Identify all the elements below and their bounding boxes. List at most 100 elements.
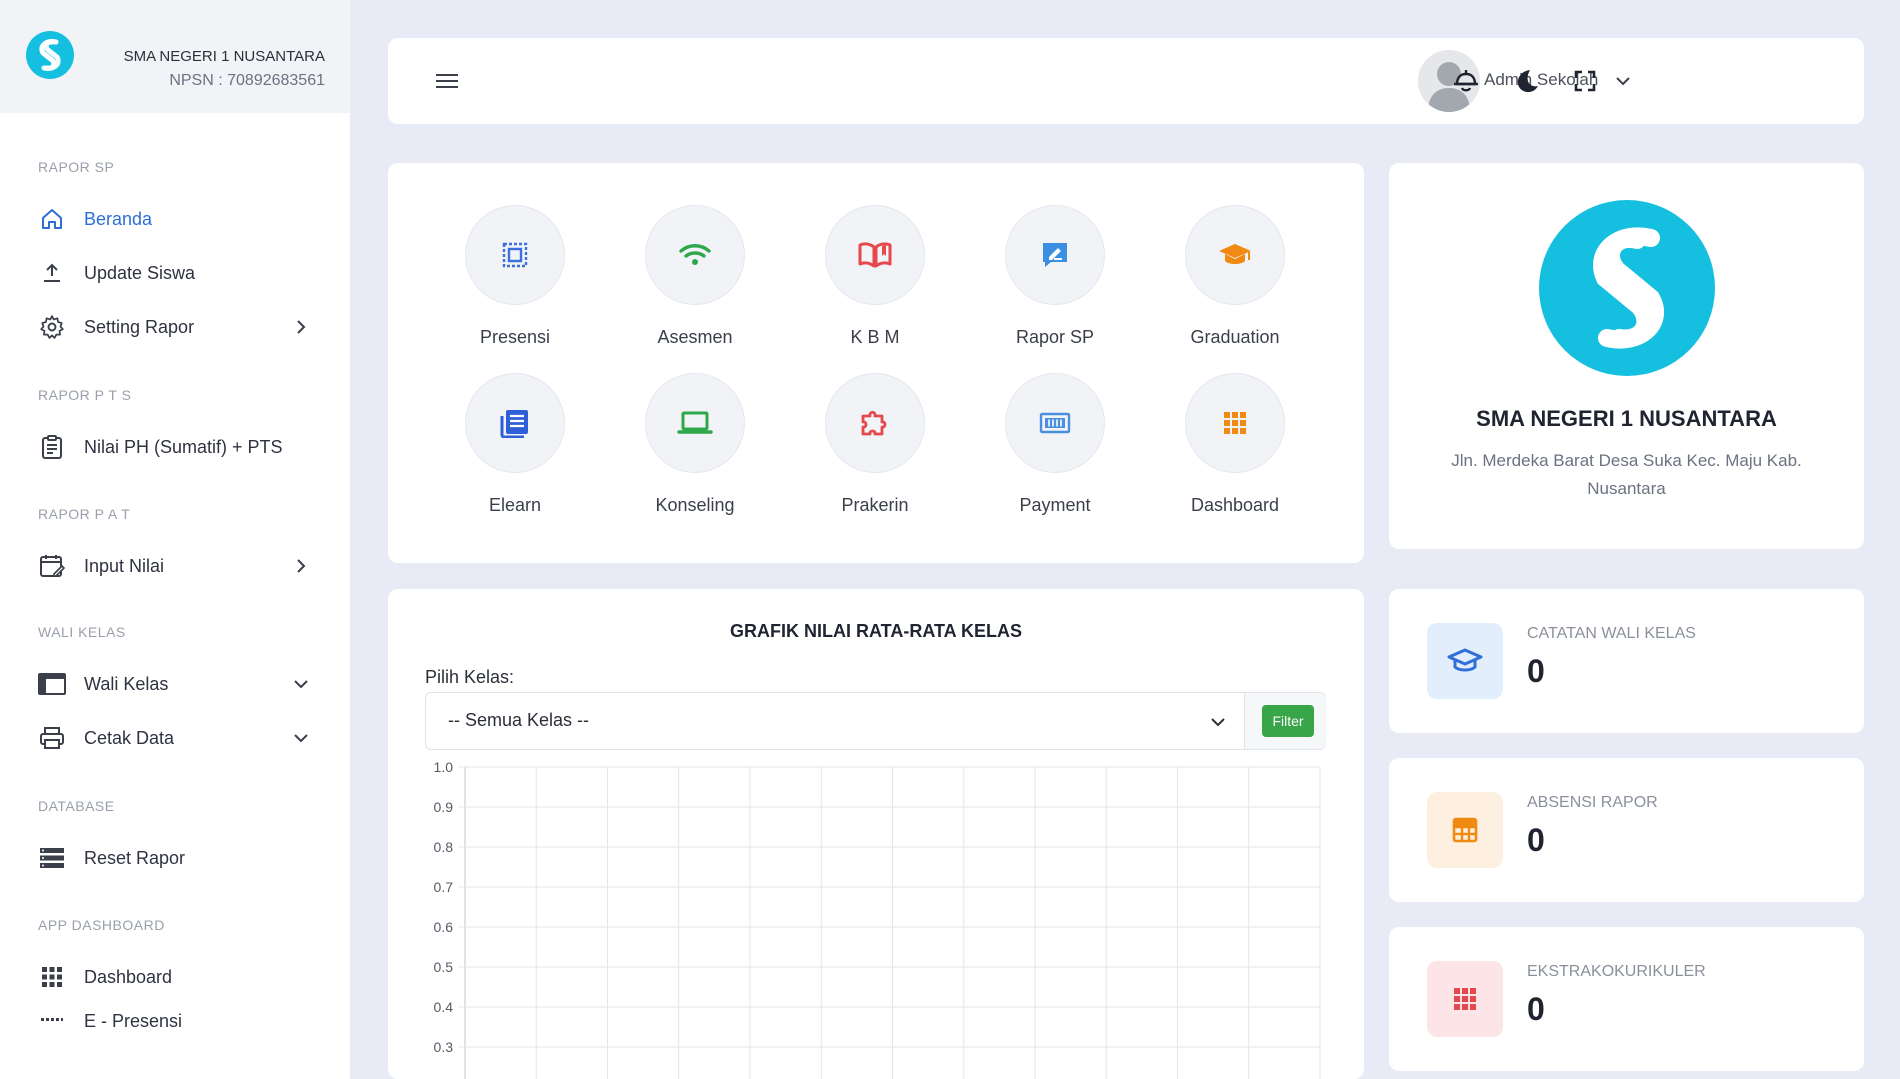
pilih-kelas-label: Pilih Kelas: [425, 667, 515, 687]
app-label: Presensi [479, 327, 551, 347]
app-konseling[interactable]: Konseling [625, 373, 765, 516]
sidebar-item-update-siswa[interactable]: Update Siswa [38, 255, 318, 291]
upload-icon [38, 259, 66, 287]
app-label: Elearn [488, 495, 542, 515]
sidebar-item-input-nilai[interactable]: Input Nilai [38, 548, 318, 584]
dark-mode-moon-icon[interactable] [1511, 66, 1541, 96]
chevron-down-icon [294, 680, 308, 689]
laptop-icon [677, 411, 713, 434]
graduation-cap-icon [1219, 244, 1251, 264]
home-icon [38, 205, 66, 233]
nav-section-rapor-pts: RAPOR P T S [38, 387, 132, 403]
school-logo-icon[interactable] [26, 31, 74, 79]
app-asesmen[interactable]: Asesmen [625, 205, 765, 348]
kelas-select[interactable]: -- Semua Kelas -- Filter [425, 692, 1326, 750]
kelas-select-value: -- Semua Kelas -- [448, 710, 590, 730]
notification-bell-icon[interactable] [1451, 66, 1481, 96]
filter-button[interactable]: Filter [1262, 705, 1314, 737]
chevron-down-icon[interactable] [1613, 71, 1633, 91]
printer-icon [38, 724, 66, 752]
chevron-right-icon [297, 320, 306, 334]
app-kbm[interactable]: K B M [805, 205, 945, 348]
sidebar-item-label: Dashboard [84, 966, 173, 987]
chevron-right-icon [297, 559, 306, 573]
sidebar-item-dashboard[interactable]: Dashboard [38, 959, 318, 995]
sidebar-item-wali-kelas[interactable]: Wali Kelas [38, 666, 318, 702]
brand-school-name: SMA NEGERI 1 NUSANTARA [123, 48, 325, 65]
y-tick-label: 0.9 [434, 799, 454, 815]
sidebar-item-label: E - Presensi [84, 1013, 183, 1027]
stat-card-absensi-rapor: ABSENSI RAPOR 0 [1389, 758, 1864, 902]
app-label: Asesmen [657, 327, 733, 347]
window-icon [38, 670, 66, 698]
sidebar-item-reset-rapor[interactable]: Reset Rapor [38, 840, 318, 876]
app-rapor-sp[interactable]: Rapor SP [985, 205, 1125, 348]
school-name: SMA NEGERI 1 NUSANTARA [1476, 406, 1777, 431]
chart-title: GRAFIK NILAI RATA-RATA KELAS [730, 621, 1022, 641]
y-tick-label: 0.5 [434, 959, 454, 975]
app-icon-circle [825, 205, 925, 305]
app-dashboard[interactable]: Dashboard [1165, 373, 1305, 516]
sidebar-item-e-presensi[interactable]: E - Presensi [38, 1013, 318, 1027]
average-grade-chart: 1.0 0.9 0.8 0.7 0.6 0.5 0.4 0.3 [434, 759, 1321, 1079]
stat-value: 0 [1527, 653, 1545, 689]
app-prakerin[interactable]: Prakerin [805, 373, 945, 516]
sidebar-item-label: Input Nilai [84, 555, 165, 576]
app-icon-circle [645, 205, 745, 305]
nav-section-rapor-sp: RAPOR SP [38, 159, 115, 175]
app-icon-circle [1005, 373, 1105, 473]
school-address: Jln. Merdeka Barat Desa Suka Kec. Maju K… [1451, 451, 1802, 498]
y-tick-label: 0.7 [434, 879, 454, 895]
chevron-down-icon [1211, 718, 1225, 727]
clipboard-icon [38, 433, 66, 461]
app-icon-circle [465, 205, 565, 305]
app-payment[interactable]: Payment [985, 373, 1125, 516]
app-label: Prakerin [841, 495, 909, 515]
sidebar-scroll-clip: E - Presensi [0, 1013, 350, 1027]
app-icon-circle [1185, 373, 1285, 473]
hamburger-menu-icon[interactable] [434, 70, 460, 92]
calendar-edit-icon [38, 552, 66, 580]
stat-value: 0 [1527, 822, 1545, 858]
app-icon-circle [1185, 205, 1285, 305]
puzzle-icon [861, 410, 887, 436]
app-graduation[interactable]: Graduation [1165, 205, 1305, 348]
stat-card-catatan-wali-kelas: CATATAN WALI KELAS 0 [1389, 589, 1864, 733]
grid-icon [38, 963, 66, 991]
stat-value: 0 [1527, 991, 1545, 1027]
sidebar-item-label: Reset Rapor [84, 847, 186, 868]
fullscreen-icon[interactable] [1570, 66, 1600, 96]
apps-grid-icon [1224, 412, 1246, 434]
school-logo-icon [1539, 200, 1715, 376]
app-elearn[interactable]: Elearn [445, 373, 585, 516]
sidebar-item-cetak-data[interactable]: Cetak Data [38, 720, 318, 756]
server-icon [38, 844, 66, 872]
news-icon [500, 410, 528, 438]
sidebar-item-label: Wali Kelas [84, 673, 169, 694]
app-icon-circle [825, 373, 925, 473]
chart-card: GRAFIK NILAI RATA-RATA KELAS Pilih Kelas… [388, 589, 1364, 1079]
sidebar-item-beranda[interactable]: Beranda [38, 201, 318, 237]
sidebar-item-setting-rapor[interactable]: Setting Rapor [38, 309, 318, 345]
sidebar: SMA NEGERI 1 NUSANTARA NPSN : 7089268356… [0, 0, 350, 1079]
nav-section-database: DATABASE [38, 798, 115, 814]
nav-section-rapor-pat: RAPOR P A T [38, 506, 131, 522]
y-tick-label: 0.8 [434, 839, 454, 855]
school-profile-card: SMA NEGERI 1 NUSANTARA Jln. Merdeka Bara… [1389, 163, 1864, 549]
app-icon-circle [465, 373, 565, 473]
app-presensi[interactable]: Presensi [445, 205, 585, 348]
y-tick-label: 0.6 [434, 919, 454, 935]
y-tick-label: 1.0 [434, 759, 454, 775]
sidebar-item-nilai-ph[interactable]: Nilai PH (Sumatif) + PTS [38, 429, 318, 465]
book-icon [858, 242, 892, 268]
app-label: Payment [1019, 495, 1091, 515]
stat-label: EKSTRAKOKURIKULER [1527, 963, 1706, 980]
sidebar-item-label: Nilai PH (Sumatif) + PTS [84, 436, 283, 457]
y-tick-label: 0.4 [434, 999, 454, 1015]
meter-icon [1039, 412, 1071, 434]
gear-icon [38, 313, 66, 341]
sidebar-item-label: Cetak Data [84, 727, 175, 748]
chevron-down-icon [294, 734, 308, 743]
frame-icon [502, 242, 528, 268]
y-tick-label: 0.3 [434, 1039, 454, 1055]
